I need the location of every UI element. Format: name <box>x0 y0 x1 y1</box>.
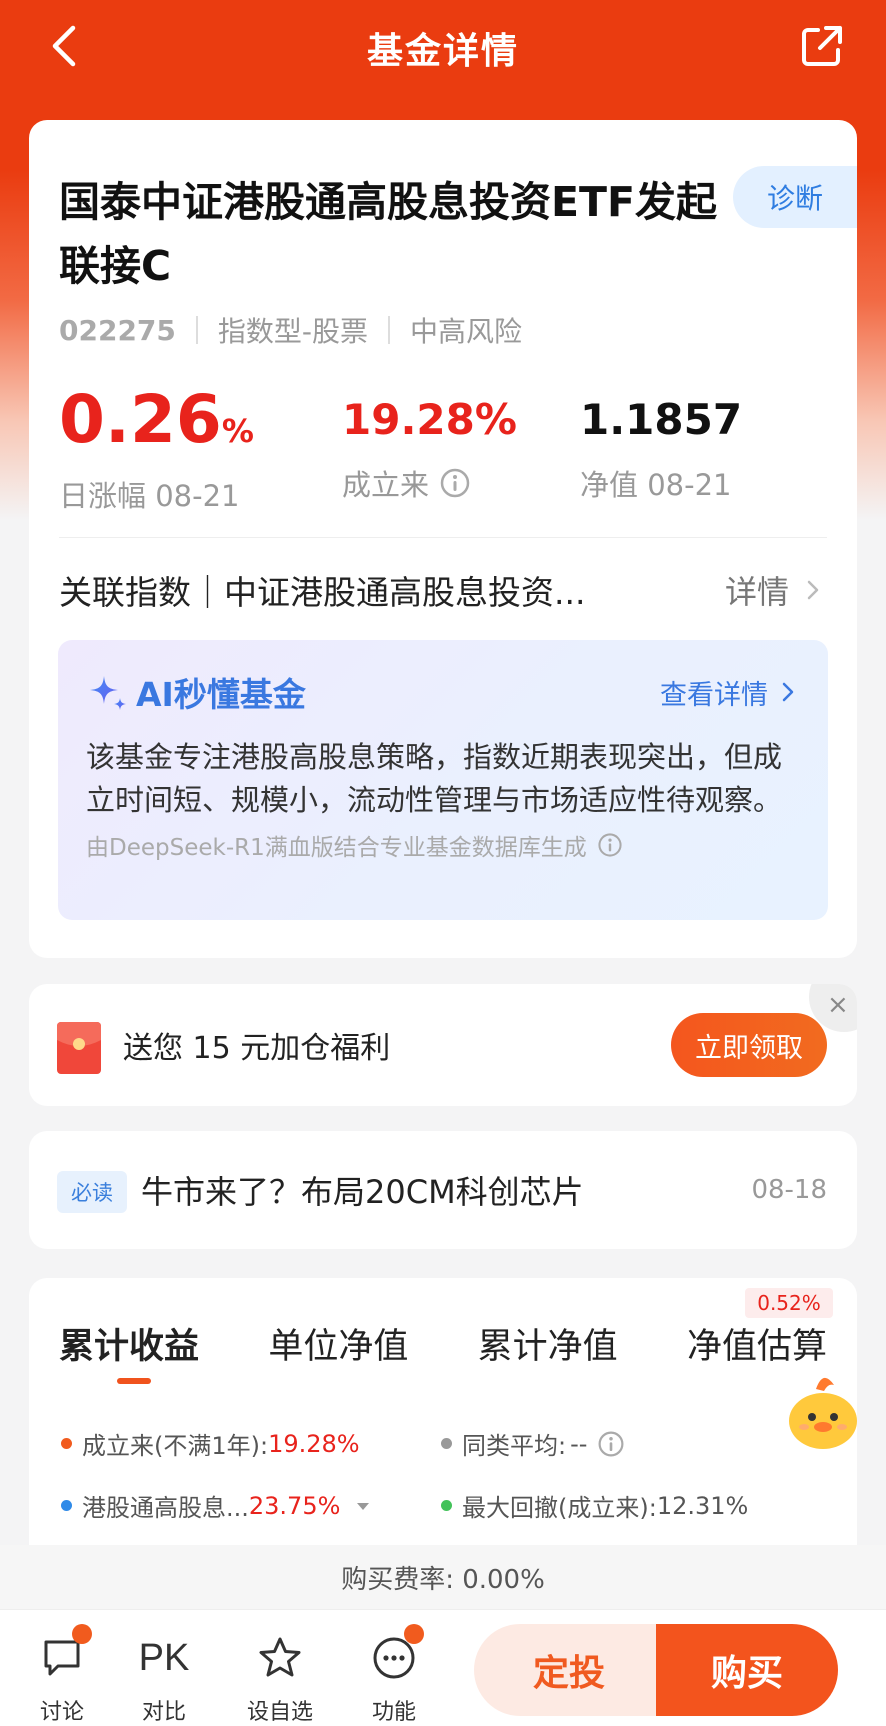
top-nav-bar: 基金详情 <box>0 0 886 96</box>
claim-button[interactable]: 立即领取 <box>671 1013 827 1077</box>
ai-detail-link[interactable]: 查看详情 <box>660 673 800 712</box>
page-title: 基金详情 <box>366 31 519 72</box>
performance-card: 0.52% 累计收益 单位净值 累计净值 净值估算 成立来(不满1年): 19.2… <box>29 1278 857 1578</box>
divider <box>59 537 827 538</box>
add-watchlist-button[interactable]: 设自选 <box>240 1634 320 1726</box>
functions-button[interactable]: 功能 <box>354 1624 434 1726</box>
legend-dot <box>441 1500 452 1511</box>
legend-dot <box>441 1438 452 1449</box>
info-icon[interactable] <box>597 1430 625 1458</box>
legend-index[interactable]: 港股通高股息... 23.75% <box>61 1488 372 1523</box>
dropdown-icon <box>357 1502 370 1510</box>
info-icon[interactable] <box>439 467 471 499</box>
ai-summary-text: 该基金专注港股高股息策略，指数近期表现突出，但成立时间短、规模小，流动性管理与市… <box>86 740 783 817</box>
mascot-icon[interactable] <box>778 1365 868 1455</box>
more-icon <box>370 1624 424 1682</box>
pk-icon: PK <box>138 1637 190 1679</box>
nav-stat: 1.1857 净值 08-21 <box>580 378 742 504</box>
promo-text: 送您 15 元加仓福利 <box>123 1031 391 1066</box>
red-envelope-icon <box>57 1022 101 1074</box>
divider <box>195 316 198 344</box>
fund-risk: 中高风险 <box>410 315 523 348</box>
fund-code: 022275 <box>59 313 176 347</box>
auto-invest-button[interactable]: 定投 <box>474 1624 664 1716</box>
chat-icon <box>38 1624 92 1682</box>
since-inception-value: 19.28% <box>342 395 517 444</box>
chevron-right-icon <box>807 580 819 600</box>
daily-change-value: 0.26% <box>59 381 254 458</box>
divider <box>388 316 391 344</box>
legend-peer-average: 同类平均: -- <box>441 1426 625 1461</box>
since-inception-label-row: 成立来 <box>342 462 517 504</box>
news-title: 牛市来了？布局20CM科创芯片 <box>141 1173 584 1211</box>
fund-meta: 022275 指数型-股票 中高风险 <box>59 310 522 350</box>
nav-label: 净值 08-21 <box>580 468 732 502</box>
daily-change-label: 日涨幅 08-21 <box>59 479 240 513</box>
ai-source-row: 由DeepSeek-R1满血版结合专业基金数据库生成 <box>86 828 800 862</box>
ai-source-text: 由DeepSeek-R1满血版结合专业基金数据库生成 <box>86 835 587 861</box>
chevron-right-icon <box>782 682 794 702</box>
news-card[interactable]: 必读 牛市来了？布局20CM科创芯片 08-18 <box>29 1131 857 1249</box>
promo-card: 送您 15 元加仓福利 立即领取 × <box>29 984 857 1106</box>
performance-tabs: 累计收益 单位净值 累计净值 净值估算 <box>59 1318 827 1369</box>
active-tab-indicator <box>117 1378 151 1384</box>
tab-unit-nav[interactable]: 单位净值 <box>268 1318 408 1369</box>
notification-dot <box>404 1624 424 1644</box>
since-inception-label: 成立来 <box>342 468 430 502</box>
legend-dot <box>61 1500 72 1511</box>
estimate-badge: 0.52% <box>745 1288 833 1318</box>
buy-button[interactable]: 购买 <box>656 1624 838 1716</box>
compare-button[interactable]: PK 对比 <box>124 1634 204 1726</box>
since-inception-stat[interactable]: 19.28% 成立来 <box>342 378 517 504</box>
chevron-left-icon <box>52 25 76 67</box>
legend-fund: 成立来(不满1年): 19.28% <box>61 1426 360 1461</box>
fund-name: 国泰中证港股通高股息投资ETF发起联接C <box>59 178 717 290</box>
fund-type: 指数型-股票 <box>217 315 369 348</box>
sparkle-icon <box>90 676 126 710</box>
share-button[interactable] <box>796 20 848 72</box>
tab-cumulative-return[interactable]: 累计收益 <box>59 1318 199 1369</box>
must-read-tag: 必读 <box>57 1171 127 1213</box>
ai-title: AI秒懂基金 <box>86 668 306 716</box>
related-index-row[interactable]: 关联指数｜中证港股通高股息投资... 详情 <box>59 560 827 620</box>
ai-summary-box: AI秒懂基金 查看详情 该基金专注港股高股息策略，指数近期表现突出，但成立时间短… <box>58 640 828 920</box>
back-button[interactable] <box>40 22 88 70</box>
legend-dot <box>61 1438 72 1449</box>
tab-cumulative-nav[interactable]: 累计净值 <box>478 1318 618 1369</box>
discuss-button[interactable]: 讨论 <box>22 1624 102 1726</box>
notification-dot <box>72 1624 92 1644</box>
close-icon: × <box>827 990 849 1020</box>
info-icon[interactable] <box>597 832 623 858</box>
nav-value: 1.1857 <box>580 395 743 444</box>
diagnose-button[interactable]: 诊断 <box>733 166 857 228</box>
star-icon <box>256 1634 304 1682</box>
news-date: 08-18 <box>751 1175 827 1205</box>
purchase-fee-bar: 购买费率: 0.00% <box>0 1545 886 1609</box>
daily-change-stat: 0.26% 日涨幅 08-21 <box>59 378 254 515</box>
fund-info-card: 国泰中证港股通高股息投资ETF发起联接C 诊断 022275 指数型-股票 中高… <box>29 120 857 958</box>
bottom-action-bar: 讨论 PK 对比 设自选 功能 定投 购买 <box>0 1609 886 1726</box>
related-index-text: 关联指数｜中证港股通高股息投资... <box>59 573 586 612</box>
legend-max-drawdown: 最大回撤(成立来): 12.31% <box>441 1488 748 1523</box>
tab-nav-estimate[interactable]: 净值估算 <box>687 1318 827 1369</box>
index-detail-link[interactable]: 详情 <box>725 567 827 613</box>
share-icon <box>802 26 842 66</box>
